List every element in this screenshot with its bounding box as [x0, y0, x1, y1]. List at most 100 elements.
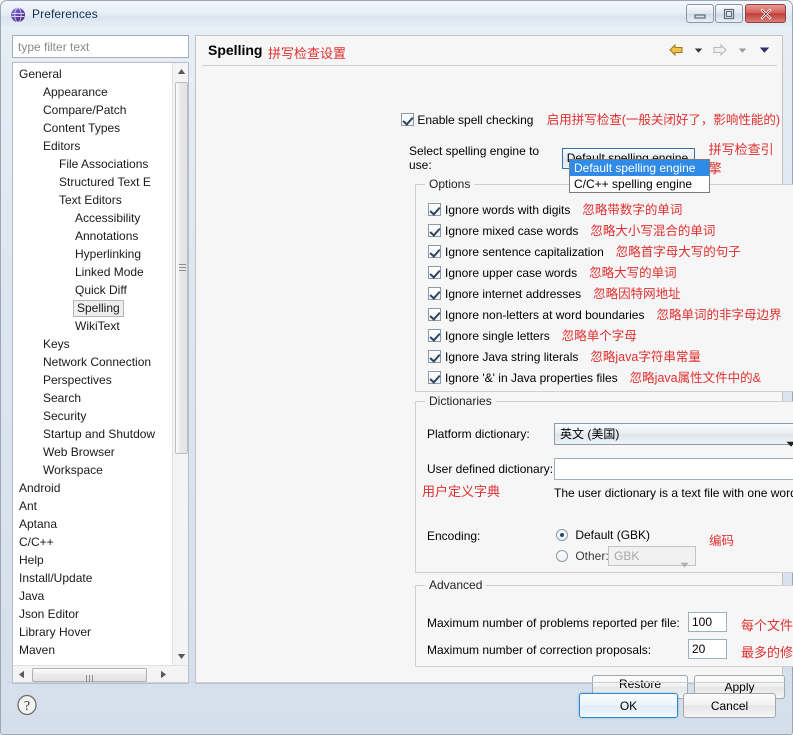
maximize-button[interactable]: [715, 4, 743, 23]
sidebar-item-content-types[interactable]: Content Types: [13, 119, 173, 137]
scroll-down-icon[interactable]: [173, 648, 188, 665]
max-proposals-input[interactable]: [688, 639, 727, 659]
scroll-right-icon[interactable]: [155, 666, 172, 683]
sidebar-item-spelling[interactable]: Spelling: [13, 299, 173, 317]
sidebar-item-search[interactable]: Search: [13, 389, 173, 407]
sidebar-item-keys[interactable]: Keys: [13, 335, 173, 353]
encoding-other-value: GBK: [614, 549, 640, 563]
tree-item-label: Aptana: [19, 517, 58, 531]
page-navigation: [666, 42, 774, 58]
sidebar-item-android[interactable]: Android: [13, 479, 173, 497]
scroll-up-icon[interactable]: [173, 63, 188, 80]
forward-arrow-icon: [710, 42, 730, 58]
sidebar-item-c-c[interactable]: C/C++: [13, 533, 173, 551]
sidebar-item-wikitext[interactable]: WikiText: [13, 317, 173, 335]
help-question-icon[interactable]: ?: [16, 694, 38, 716]
sidebar-item-install-update[interactable]: Install/Update: [13, 569, 173, 587]
tree-item-list[interactable]: General Appearance Compare/Patch Content Ty…: [13, 63, 173, 665]
tree-item-label: Text Editors: [59, 193, 122, 207]
sidebar-item-hyperlinking[interactable]: Hyperlinking: [13, 245, 173, 263]
dropdown-option-default[interactable]: Default spelling engine: [570, 160, 709, 176]
sidebar-item-file-associations[interactable]: File Associations: [13, 155, 173, 173]
option-row: Ignore words with digits 忽略带数字的单词: [428, 201, 682, 219]
max-proposals-annotation: 最多的修正建议数: [741, 645, 793, 660]
option-checkbox-4[interactable]: [428, 287, 441, 300]
sidebar-item-compare-patch[interactable]: Compare/Patch: [13, 101, 173, 119]
option-checkbox-0[interactable]: [428, 203, 441, 216]
option-row: Ignore '&' in Java properties files 忽略jav…: [428, 369, 761, 387]
preference-page: Spelling 拼写检查设置 Enable spell checking 启用…: [195, 35, 793, 684]
sidebar-item-linked-mode[interactable]: Linked Mode: [13, 263, 173, 281]
max-problems-input[interactable]: [688, 612, 727, 632]
tree-item-label: Quick Diff: [75, 283, 127, 297]
chevron-down-icon: [786, 433, 793, 453]
sidebar-item-web-browser[interactable]: Web Browser: [13, 443, 173, 461]
sidebar-item-text-editors[interactable]: Text Editors: [13, 191, 173, 209]
encoding-other-label: Other:: [575, 549, 609, 563]
encoding-default-radio[interactable]: [556, 529, 568, 541]
sidebar-item-aptana[interactable]: Aptana: [13, 515, 173, 533]
sidebar-item-quick-diff[interactable]: Quick Diff: [13, 281, 173, 299]
option-checkbox-2[interactable]: [428, 245, 441, 258]
cancel-button[interactable]: Cancel: [683, 693, 776, 718]
tree-item-label: Annotations: [75, 229, 139, 243]
sidebar-item-annotations[interactable]: Annotations: [13, 227, 173, 245]
option-row: Ignore upper case words 忽略大写的单词: [428, 264, 677, 282]
user-dictionary-label: User defined dictionary:: [427, 462, 554, 476]
maximize-icon: [716, 5, 742, 22]
option-row: Ignore internet addresses 忽略因特网地址: [428, 285, 681, 303]
dialog-footer: ? OK Cancel: [1, 682, 792, 734]
sidebar-item-network-connection[interactable]: Network Connection: [13, 353, 173, 371]
sidebar-item-help[interactable]: Help: [13, 551, 173, 569]
sidebar-item-editors[interactable]: Editors: [13, 137, 173, 155]
max-problems-annotation: 每个文件最多报告的拼写问题: [741, 618, 793, 633]
tree-vertical-scrollbar[interactable]: [172, 63, 188, 665]
title-bar: Preferences: [1, 1, 792, 30]
sidebar-item-appearance[interactable]: Appearance: [13, 83, 173, 101]
back-menu-chevron-down-icon[interactable]: [688, 42, 708, 58]
minimize-button[interactable]: [686, 4, 714, 23]
scroll-grip-icon: [179, 264, 186, 272]
option-label: Ignore non-letters at word boundaries: [445, 308, 645, 322]
encoding-default-label: Default (GBK): [575, 528, 651, 542]
tree-item-label: Hyperlinking: [75, 247, 142, 261]
tree-item-label: General: [19, 67, 62, 81]
sidebar-item-general[interactable]: General: [13, 65, 173, 83]
tree-item-label: Network Connection: [43, 355, 152, 369]
option-checkbox-1[interactable]: [428, 224, 441, 237]
sidebar-item-security[interactable]: Security: [13, 407, 173, 425]
tree-scroll-thumb[interactable]: [175, 82, 188, 454]
sidebar-item-json-editor[interactable]: Json Editor: [13, 605, 173, 623]
page-menu-chevron-down-icon[interactable]: [754, 42, 774, 58]
option-checkbox-3[interactable]: [428, 266, 441, 279]
user-dictionary-input[interactable]: [554, 458, 793, 480]
spelling-engine-dropdown-list[interactable]: Default spelling engine C/C++ spelling e…: [569, 159, 710, 193]
sidebar-item-perspectives[interactable]: Perspectives: [13, 371, 173, 389]
option-checkbox-7[interactable]: [428, 350, 441, 363]
option-checkbox-8[interactable]: [428, 371, 441, 384]
sidebar-item-library-hover[interactable]: Library Hover: [13, 623, 173, 641]
sidebar-item-accessibility[interactable]: Accessibility: [13, 209, 173, 227]
platform-dictionary-combo[interactable]: 英文 (美国): [554, 423, 793, 447]
option-checkbox-5[interactable]: [428, 308, 441, 321]
ok-button[interactable]: OK: [579, 693, 678, 718]
sidebar-item-maven[interactable]: Maven: [13, 641, 173, 659]
option-checkbox-6[interactable]: [428, 329, 441, 342]
close-button[interactable]: [745, 4, 786, 23]
tree-hscroll-thumb[interactable]: [32, 668, 147, 683]
sidebar-item-ant[interactable]: Ant: [13, 497, 173, 515]
back-arrow-icon[interactable]: [666, 42, 686, 58]
tree-horizontal-scrollbar[interactable]: [13, 665, 188, 683]
enable-spell-checking-checkbox[interactable]: [401, 113, 414, 126]
sidebar-item-startup-and-shutdow[interactable]: Startup and Shutdow: [13, 425, 173, 443]
sidebar-item-java[interactable]: Java: [13, 587, 173, 605]
scroll-left-icon[interactable]: [13, 666, 30, 683]
enable-spell-checking-annotation: 启用拼写检查(一般关闭好了，影响性能的): [546, 113, 781, 127]
page-title-annotation: 拼写检查设置: [268, 46, 347, 61]
sidebar-item-workspace[interactable]: Workspace: [13, 461, 173, 479]
encoding-other-radio[interactable]: [556, 550, 568, 562]
filter-input[interactable]: [12, 35, 189, 58]
dropdown-option-cpp[interactable]: C/C++ spelling engine: [570, 176, 709, 192]
option-annotation: 忽略带数字的单词: [582, 203, 683, 217]
sidebar-item-structured-text-e[interactable]: Structured Text E: [13, 173, 173, 191]
